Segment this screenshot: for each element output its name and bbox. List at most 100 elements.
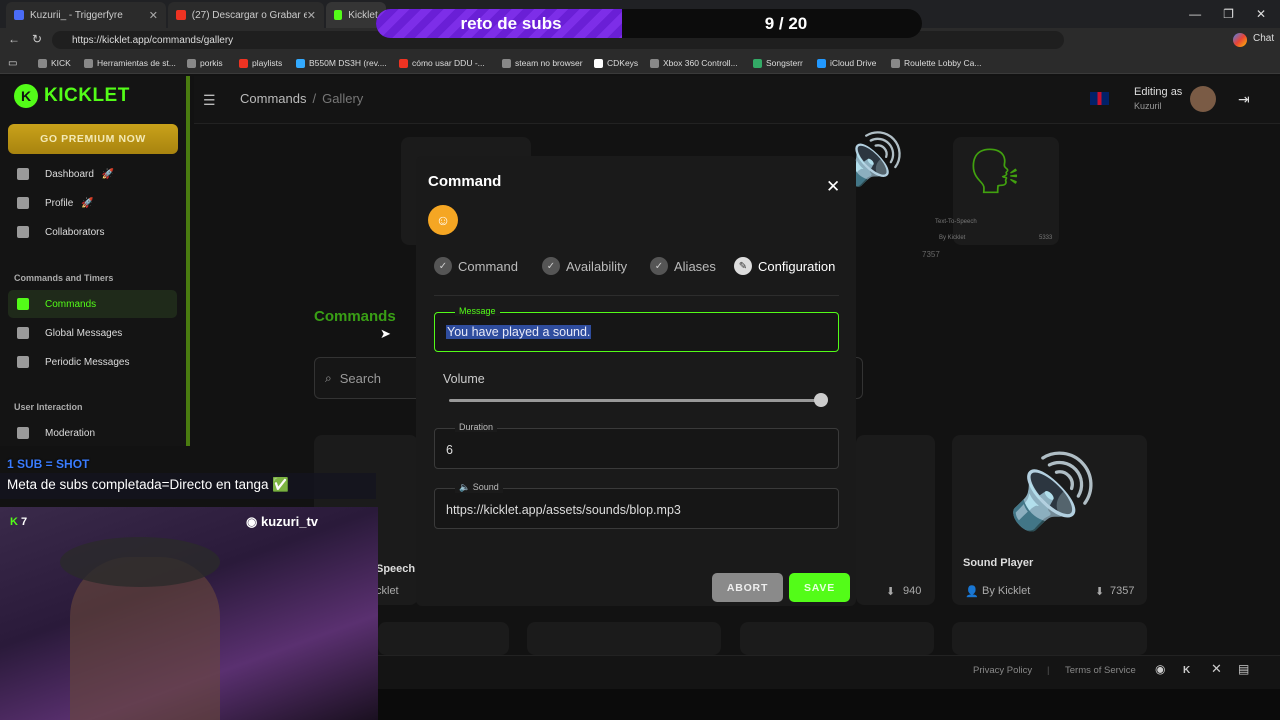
command-card[interactable]: ⬇ 940	[856, 435, 935, 605]
sub-count: 9 / 20	[764, 14, 808, 33]
sidebar-item-collaborators[interactable]: Collaborators	[8, 218, 177, 246]
sidebar-section-interaction: User Interaction	[14, 402, 83, 412]
mouse-cursor-icon: ➤	[380, 326, 391, 341]
maximize-icon[interactable]: ❐	[1223, 7, 1234, 21]
menu-toggle-icon[interactable]: ☰	[203, 92, 217, 108]
document-icon[interactable]: ▤	[1238, 662, 1249, 676]
sound-field[interactable]: 🔈 Sound https://kicklet.app/assets/sound…	[434, 482, 839, 529]
step-aliases[interactable]: ✓ Aliases	[650, 257, 716, 275]
folder-icon	[502, 58, 511, 68]
bookmark[interactable]: Herramientas de st...	[84, 58, 176, 68]
copilot-icon[interactable]	[1233, 33, 1247, 47]
bookmark[interactable]: playlists	[239, 58, 282, 68]
back-icon[interactable]: ←	[8, 32, 20, 46]
folder-icon	[84, 58, 93, 68]
bottom-bar	[378, 689, 1280, 720]
close-tab-icon[interactable]: ✕	[307, 9, 316, 22]
youtube-icon	[399, 58, 408, 68]
bookmark[interactable]: CDKeys	[594, 58, 638, 68]
youtube-icon	[176, 10, 186, 20]
modal-title: Command	[428, 173, 502, 190]
terms-link[interactable]: Terms of Service	[1065, 665, 1136, 676]
reload-icon[interactable]: ↻	[32, 32, 42, 46]
command-card[interactable]: 🗣 Text-To-Speech By Kicklet 5333	[935, 137, 1059, 245]
x-icon[interactable]: ✕	[1211, 661, 1222, 677]
sidebar-section-commands: Commands and Timers	[14, 273, 114, 283]
kick-icon[interactable]: K	[1183, 665, 1190, 676]
sub-shot-text: 1 SUB = SHOT	[7, 457, 90, 471]
sidebar-item-periodic-messages[interactable]: Periodic Messages	[8, 348, 177, 376]
duration-field[interactable]: Duration 6	[434, 422, 839, 469]
profile-icon	[17, 197, 29, 209]
bookmark[interactable]: Xbox 360 Controll...	[650, 58, 738, 68]
bookmark[interactable]: steam no browser	[502, 58, 583, 68]
speaker-icon: 🔈	[459, 482, 473, 492]
step-configuration[interactable]: ✎ Configuration	[734, 257, 835, 275]
bookmark[interactable]: iCloud Drive	[817, 58, 876, 68]
close-window-icon[interactable]: ✕	[1256, 7, 1266, 21]
bookmark[interactable]: B550M DS3H (rev....	[296, 58, 387, 68]
kicklet-logo-icon: K	[14, 84, 38, 108]
sidebar-toggle-icon[interactable]: ▭	[8, 58, 17, 69]
search-icon: ⌕	[325, 370, 332, 385]
abort-button[interactable]: ABORT	[712, 573, 783, 602]
footer	[378, 655, 1280, 689]
browser-tab[interactable]: (27) Descargar o Grabar el Audio d ✕	[168, 2, 324, 28]
discord-icon: ◉	[246, 514, 261, 529]
tab-title: Kuzurii_ - Triggerfyre	[30, 9, 123, 21]
close-icon[interactable]: ✕	[826, 177, 840, 197]
step-command[interactable]: ✓ Command	[434, 257, 518, 275]
command-card[interactable]	[378, 622, 509, 655]
check-icon: ✓	[434, 257, 452, 275]
chat-label[interactable]: Chat	[1253, 33, 1274, 44]
command-card-sound-player[interactable]: 🔊 Sound Player 👤 By Kicklet ⬇ 7357	[952, 435, 1147, 605]
sidebar-item-global-messages[interactable]: Global Messages	[8, 319, 177, 347]
command-card[interactable]	[740, 622, 934, 655]
sidebar-item-moderation[interactable]: Moderation	[8, 419, 177, 447]
breadcrumb-gallery: Gallery	[322, 91, 364, 106]
bookmark[interactable]: Songsterr	[753, 58, 803, 68]
dashboard-icon	[17, 168, 29, 180]
command-card[interactable]	[527, 622, 721, 655]
bookmark-icon	[38, 58, 47, 68]
kicklet-favicon-icon	[334, 10, 343, 20]
controller-icon	[650, 58, 659, 68]
sidebar-item-dashboard[interactable]: Dashboard 🚀	[8, 160, 177, 188]
discord-icon[interactable]: ◉	[1155, 662, 1165, 676]
bookmark[interactable]: Roulette Lobby Ca...	[891, 58, 982, 68]
shield-icon	[17, 427, 29, 439]
sidebar-item-profile[interactable]: Profile 🚀	[8, 189, 177, 217]
sound-value: https://kicklet.app/assets/sounds/blop.m…	[446, 503, 681, 517]
breadcrumb-commands[interactable]: Commands	[240, 91, 306, 106]
check-icon: ✓	[650, 257, 668, 275]
rocket-icon: 🚀	[101, 168, 115, 180]
bookmark[interactable]: porkis	[187, 58, 223, 68]
save-button[interactable]: SAVE	[789, 573, 850, 602]
sub-challenge-title: reto de subs	[460, 14, 562, 33]
uk-flag-icon[interactable]	[1090, 92, 1109, 105]
sidebar-item-commands[interactable]: Commands	[8, 290, 177, 318]
logout-icon[interactable]: ⇥	[1238, 91, 1250, 108]
command-card[interactable]	[952, 622, 1147, 655]
pencil-icon: ✎	[734, 257, 752, 275]
duration-value: 6	[446, 443, 453, 457]
message-field[interactable]: Message You have played a sound.	[434, 306, 839, 352]
emoji-picker-icon[interactable]: ☺	[428, 205, 458, 235]
browser-tab[interactable]: Kuzurii_ - Triggerfyre ✕	[6, 2, 166, 28]
kicklet-logo[interactable]: K KICKLET	[14, 84, 130, 108]
close-tab-icon[interactable]: ✕	[149, 9, 158, 22]
step-availability[interactable]: ✓ Availability	[542, 257, 627, 275]
go-premium-button[interactable]: GO PREMIUM NOW	[8, 124, 178, 154]
speaker-icon: 🔊	[1008, 452, 1098, 532]
search-input[interactable]: ⌕ Search	[314, 357, 424, 399]
card-author: By Kicklet	[982, 585, 1031, 597]
bookmark[interactable]: KICK	[38, 58, 71, 68]
commands-icon	[17, 298, 29, 310]
cdkeys-icon	[594, 58, 603, 68]
folder-icon	[187, 58, 196, 68]
avatar[interactable]	[1190, 86, 1216, 112]
bookmark[interactable]: cómo usar DDU -...	[399, 58, 485, 68]
minimize-icon[interactable]: —	[1189, 7, 1201, 21]
privacy-link[interactable]: Privacy Policy	[973, 665, 1032, 676]
volume-slider-track[interactable]	[449, 399, 825, 402]
